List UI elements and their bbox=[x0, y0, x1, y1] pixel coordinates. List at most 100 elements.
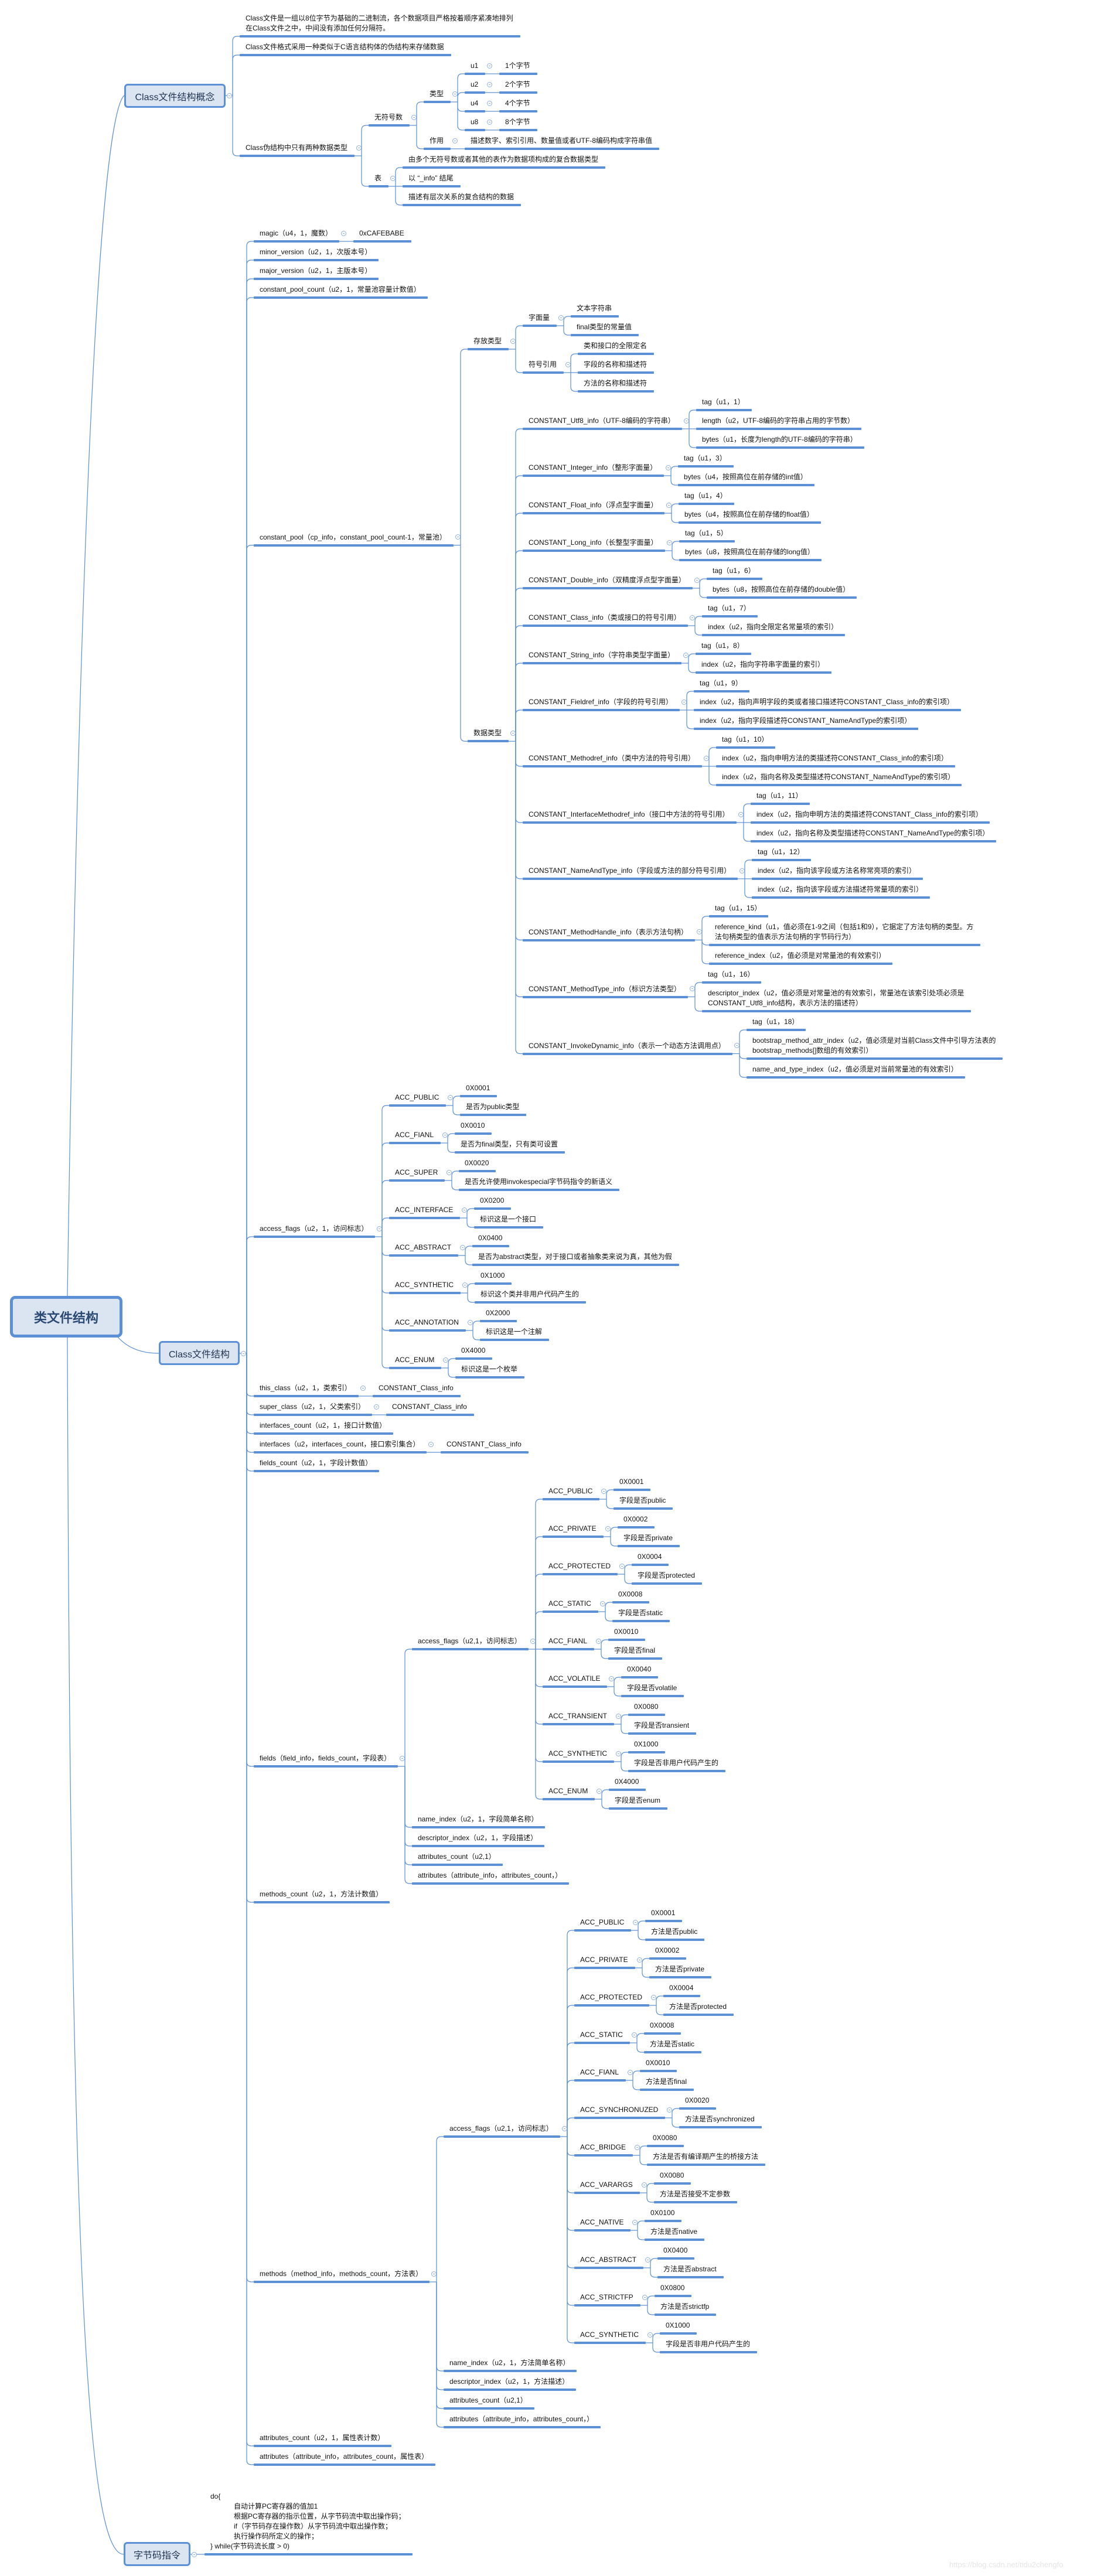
leaf-topic-node[interactable]: 描述数字、索引引用、数量值或者UTF-8编码构成字符串值 bbox=[471, 136, 652, 146]
topic-node[interactable]: ACC_INTERFACE bbox=[395, 1205, 453, 1215]
leaf-topic-node[interactable]: 0X1000 bbox=[634, 1739, 658, 1749]
root-topic[interactable]: 类文件结构 bbox=[10, 1296, 122, 1338]
collapse-icon[interactable] bbox=[667, 540, 672, 545]
leaf-topic-node[interactable]: attributes_count（u2，1，属性表计数） bbox=[260, 2433, 384, 2443]
leaf-topic-node[interactable]: attributes（attribute_info，attributes_cou… bbox=[260, 2452, 428, 2462]
collapse-icon[interactable] bbox=[642, 2182, 647, 2188]
collapse-icon[interactable] bbox=[356, 145, 362, 151]
leaf-topic-node[interactable]: 0X0400 bbox=[478, 1233, 502, 1243]
leaf-topic-node[interactable]: 0X0002 bbox=[655, 1946, 679, 1956]
leaf-topic-node[interactable]: Class文件是一组以8位字节为基础的二进制流，各个数据项目严格按着顺序紧凑地排… bbox=[246, 13, 513, 33]
leaf-topic-node[interactable]: 0X0008 bbox=[650, 2021, 674, 2031]
leaf-topic-node[interactable]: index（u2，指向字段描述符CONSTANT_NameAndType的索引项… bbox=[700, 716, 911, 726]
topic-class-file-concept[interactable]: Class文件结构概念 bbox=[124, 84, 226, 108]
collapse-icon[interactable] bbox=[411, 114, 417, 120]
collapse-icon[interactable] bbox=[341, 230, 346, 236]
leaf-topic-node[interactable]: length（u2，UTF-8编码的字符串占用的字节数） bbox=[702, 416, 854, 426]
leaf-topic-node[interactable]: tag（u1，4） bbox=[684, 491, 727, 501]
topic-node[interactable]: CONSTANT_MethodType_info（标识方法类型） bbox=[529, 984, 681, 994]
topic-node[interactable]: CONSTANT_Integer_info（整形字面量） bbox=[529, 463, 657, 473]
leaf-topic-node[interactable]: CONSTANT_Class_info bbox=[379, 1383, 454, 1393]
topic-node[interactable]: ACC_STATIC bbox=[580, 2030, 623, 2040]
collapse-icon[interactable] bbox=[637, 1957, 642, 1963]
topic-node[interactable]: 无符号数 bbox=[374, 112, 403, 122]
topic-node[interactable]: ACC_PUBLIC bbox=[580, 1918, 624, 1927]
topic-node[interactable]: 作用 bbox=[430, 136, 444, 146]
topic-node[interactable]: CONSTANT_InterfaceMethodref_info（接口中方法的符… bbox=[529, 810, 730, 820]
leaf-topic-node[interactable]: 0X0002 bbox=[623, 1514, 647, 1524]
leaf-topic-node[interactable]: tag（u1，18） bbox=[752, 1017, 799, 1027]
topic-node[interactable]: ACC_PROTECTED bbox=[580, 1992, 642, 2002]
leaf-topic-node[interactable]: 标识这是一个枚举 bbox=[461, 1364, 517, 1374]
leaf-topic-node[interactable]: 方法是否final bbox=[646, 2077, 687, 2087]
topic-node[interactable]: magic（u4，1，魔数） bbox=[260, 228, 332, 238]
topic-node[interactable]: ACC_VARARGS bbox=[580, 2180, 633, 2190]
topic-node[interactable]: u4 bbox=[471, 98, 478, 108]
leaf-topic-node[interactable]: 0X0080 bbox=[634, 1702, 658, 1712]
leaf-topic-node[interactable]: 0X0020 bbox=[685, 2096, 709, 2106]
collapse-icon[interactable] bbox=[455, 534, 461, 540]
leaf-topic-node[interactable]: 字段是否protected bbox=[638, 1571, 695, 1581]
leaf-topic-node[interactable]: tag（u1，1） bbox=[702, 397, 745, 407]
collapse-icon[interactable] bbox=[738, 811, 744, 817]
collapse-icon[interactable] bbox=[704, 755, 709, 761]
leaf-topic-node[interactable]: 方法是否static bbox=[650, 2039, 694, 2049]
leaf-topic-node[interactable]: 字段是否static bbox=[618, 1608, 663, 1618]
leaf-topic-node[interactable]: 是否为abstract类型，对于接口或者抽象类来说为真，其他为假 bbox=[478, 1252, 672, 1262]
topic-node[interactable]: ACC_BRIDGE bbox=[580, 2142, 626, 2152]
leaf-topic-node[interactable]: tag（u1，16） bbox=[708, 970, 754, 980]
leaf-topic-node[interactable]: reference_index（u2，值必须是对常量池的有效索引） bbox=[715, 951, 885, 961]
leaf-topic-node[interactable]: 0X0004 bbox=[669, 1983, 693, 1993]
collapse-icon[interactable] bbox=[739, 868, 745, 874]
collapse-icon[interactable] bbox=[460, 1244, 465, 1250]
collapse-icon[interactable] bbox=[565, 361, 571, 367]
leaf-topic-node[interactable]: 0X2000 bbox=[486, 1308, 510, 1318]
leaf-topic-node[interactable]: 0X0400 bbox=[663, 2246, 687, 2256]
topic-bytecode-instructions[interactable]: 字节码指令 bbox=[124, 2542, 190, 2566]
leaf-topic-node[interactable]: 0X0080 bbox=[660, 2171, 684, 2181]
leaf-topic-node[interactable]: bytes（u4，按照高位在前存储的float值） bbox=[684, 510, 814, 520]
leaf-topic-node[interactable]: 0X0004 bbox=[638, 1552, 662, 1562]
leaf-topic-node[interactable]: 字段是否final bbox=[614, 1646, 655, 1656]
collapse-icon[interactable] bbox=[616, 1751, 621, 1756]
leaf-topic-node[interactable]: index（u2，指向名称及类型描述符CONSTANT_NameAndType的… bbox=[722, 772, 955, 782]
collapse-icon[interactable] bbox=[609, 1676, 614, 1681]
leaf-topic-node[interactable]: 0X0080 bbox=[653, 2133, 677, 2143]
collapse-icon[interactable] bbox=[462, 1207, 467, 1213]
topic-node[interactable]: CONSTANT_String_info（字符串类型字面量） bbox=[529, 650, 674, 660]
leaf-topic-node[interactable]: CONSTANT_Class_info bbox=[447, 1439, 522, 1449]
collapse-icon[interactable] bbox=[227, 93, 232, 98]
topic-node[interactable]: CONSTANT_Utf8_info（UTF-8编码的字符串） bbox=[529, 416, 675, 426]
leaf-topic-node[interactable]: index（u2，指向全限定名常量项的索引） bbox=[708, 622, 838, 632]
collapse-icon[interactable] bbox=[462, 1282, 468, 1288]
collapse-icon[interactable] bbox=[632, 2219, 638, 2225]
topic-node[interactable]: 表 bbox=[374, 173, 381, 183]
topic-node[interactable]: ACC_ENUM bbox=[548, 1786, 588, 1796]
leaf-topic-node[interactable]: 方法的名称和描述符 bbox=[584, 378, 647, 388]
topic-node[interactable]: ACC_PROTECTED bbox=[548, 1561, 611, 1571]
topic-node[interactable]: ACC_ABSTRACT bbox=[580, 2255, 636, 2265]
collapse-icon[interactable] bbox=[443, 1357, 448, 1363]
collapse-icon[interactable] bbox=[597, 1788, 602, 1794]
topic-node[interactable]: access_flags（u2，1，访问标志） bbox=[260, 1224, 368, 1234]
collapse-icon[interactable] bbox=[487, 100, 492, 106]
topic-node[interactable]: CONSTANT_MethodHandle_info（表示方法句柄） bbox=[529, 927, 688, 937]
collapse-icon[interactable] bbox=[635, 2144, 640, 2150]
collapse-icon[interactable] bbox=[642, 2294, 647, 2300]
topic-node[interactable]: CONSTANT_Long_info（长整型字面量） bbox=[529, 538, 658, 548]
collapse-icon[interactable] bbox=[428, 1441, 434, 1447]
leaf-topic-node[interactable]: bootstrap_method_attr_index（u2，值必须是对当前Cl… bbox=[752, 1036, 996, 1056]
collapse-icon[interactable] bbox=[400, 1755, 405, 1761]
collapse-icon[interactable] bbox=[377, 1226, 382, 1231]
leaf-topic-node[interactable]: tag（u1，8） bbox=[701, 641, 744, 651]
collapse-icon[interactable] bbox=[241, 1350, 246, 1356]
leaf-topic-node[interactable]: 2个字节 bbox=[505, 80, 530, 90]
leaf-topic-node[interactable]: 是否允许使用invokespecial字节码指令的新语义 bbox=[465, 1177, 612, 1187]
leaf-topic-node[interactable]: 0X0010 bbox=[461, 1121, 485, 1131]
topic-node[interactable]: CONSTANT_Float_info（浮点型字面量） bbox=[529, 500, 657, 510]
collapse-icon[interactable] bbox=[601, 1488, 606, 1494]
leaf-topic-node[interactable]: 文本字符串 bbox=[577, 303, 612, 313]
topic-node[interactable]: 字面量 bbox=[529, 313, 550, 323]
collapse-icon[interactable] bbox=[487, 63, 492, 69]
leaf-topic-node[interactable]: tag（u1，10） bbox=[722, 735, 768, 745]
